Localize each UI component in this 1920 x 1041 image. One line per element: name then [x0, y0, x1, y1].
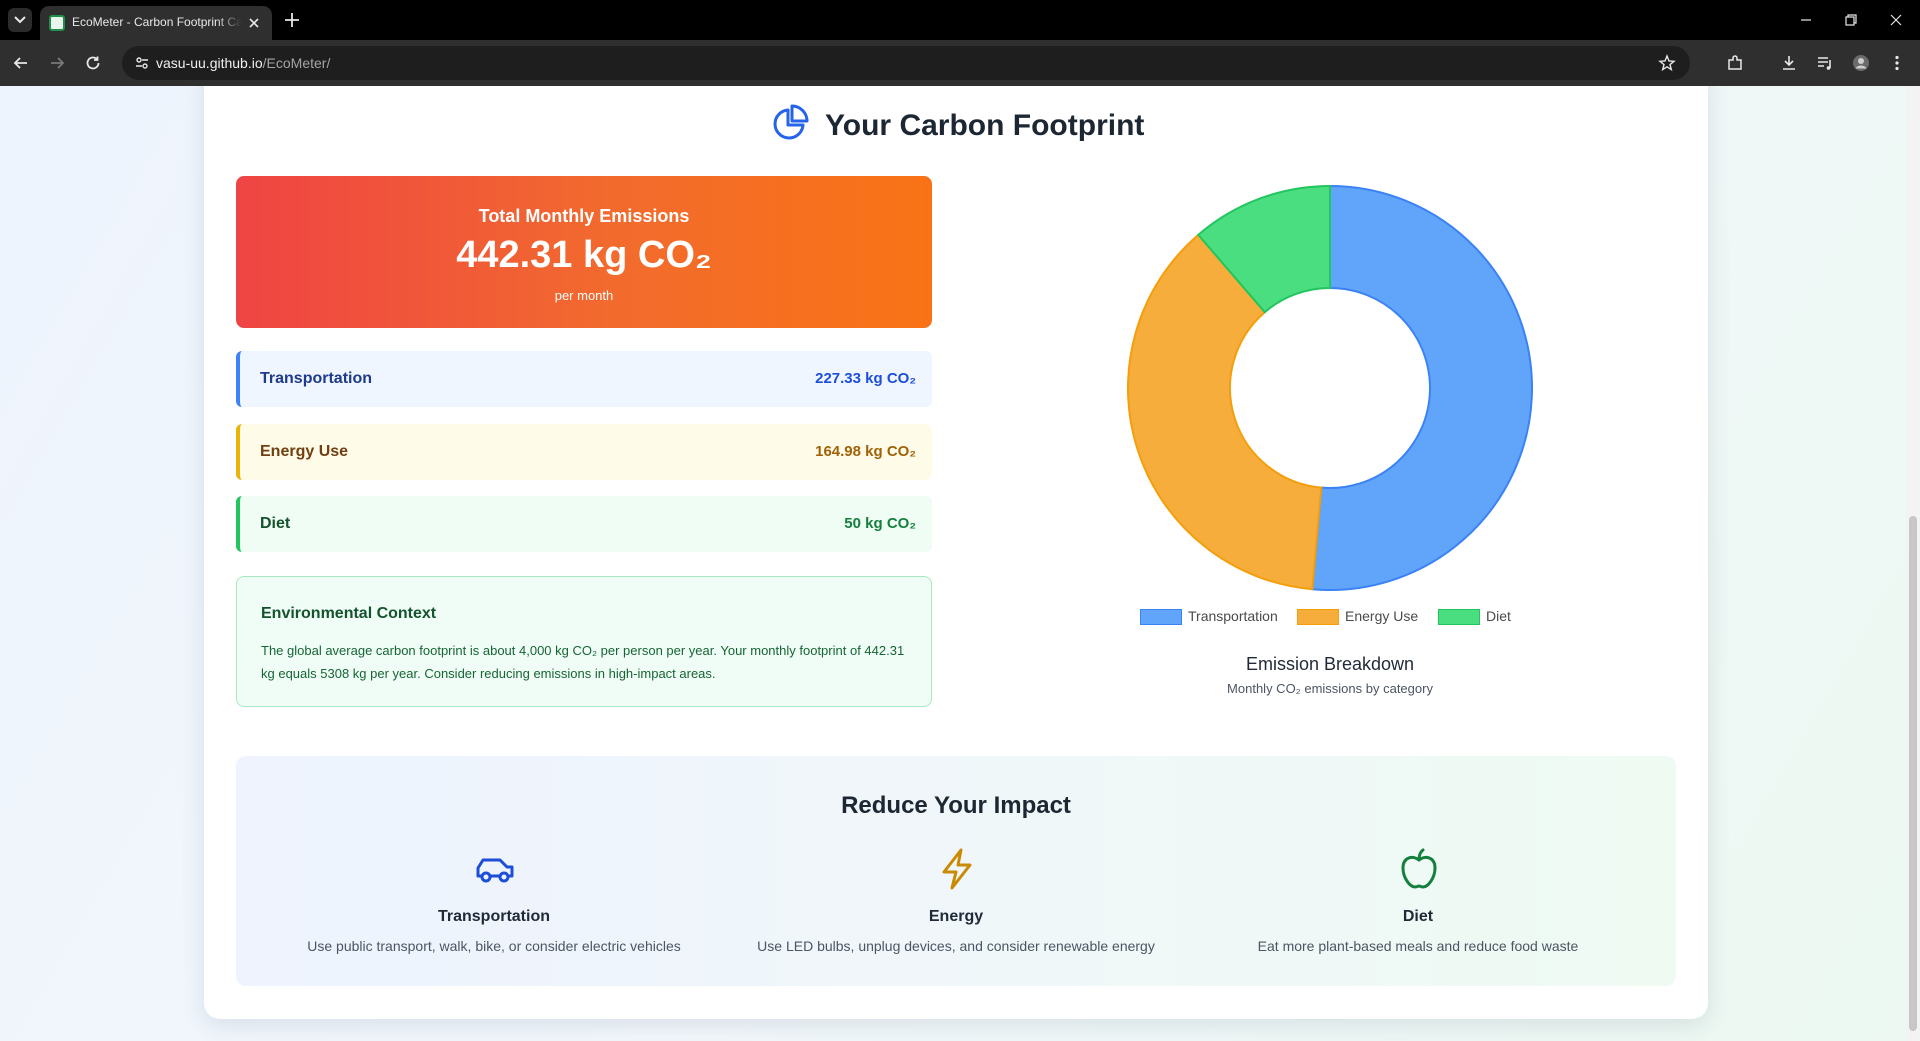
legend-swatch: [1140, 609, 1182, 625]
category-row-diet: Diet 50 kg CO₂: [236, 496, 932, 552]
doughnut-slice-transportation[interactable]: [1311, 184, 1533, 591]
legend-label: Transportation: [1188, 608, 1278, 624]
tip-text: Eat more plant-based meals and reduce fo…: [1257, 938, 1579, 954]
reduce-impact-section: Reduce Your Impact Transportation Use pu…: [236, 756, 1676, 986]
reload-icon[interactable]: [84, 54, 102, 72]
category-value: 164.98 kg CO₂: [815, 443, 916, 460]
url-path: /EcoMeter/: [262, 55, 331, 71]
page-title: Your Carbon Footprint: [825, 109, 1145, 142]
car-icon: [476, 858, 514, 883]
browser-toolbar: vasu-uu.github.io/EcoMeter/: [0, 40, 1920, 86]
total-emissions-card: Total Monthly Emissions 442.31 kg CO₂ pe…: [236, 176, 932, 328]
category-name: Diet: [260, 515, 291, 532]
tab-search-button[interactable]: [8, 8, 32, 32]
tab-title: EcoMeter - Carbon Footprint Calculator: [72, 15, 242, 29]
minimize-icon[interactable]: [1798, 12, 1814, 28]
context-title: Environmental Context: [261, 605, 437, 622]
back-arrow-icon[interactable]: [12, 54, 30, 72]
chart-title: Emission Breakdown: [1245, 654, 1415, 674]
category-name: Transportation: [260, 370, 373, 387]
favicon-icon: [49, 15, 65, 31]
chart-subtitle: Monthly CO₂ emissions by category: [1227, 681, 1433, 696]
total-value: 442.31 kg CO₂: [456, 234, 712, 276]
environmental-context-box: Environmental Context The global average…: [236, 576, 932, 707]
category-row-energy: Energy Use 164.98 kg CO₂: [236, 424, 932, 480]
window-close-icon[interactable]: [1888, 12, 1904, 28]
emission-doughnut-chart[interactable]: [1100, 176, 1560, 606]
chevron-down-icon: [14, 16, 26, 24]
browser-tab[interactable]: EcoMeter - Carbon Footprint Calculator: [40, 6, 272, 40]
scrollbar-thumb[interactable]: [1909, 516, 1917, 1031]
tip-title: Energy: [928, 908, 984, 925]
legend-label: Diet: [1486, 608, 1511, 624]
menu-kebab-icon[interactable]: [1888, 54, 1906, 72]
extensions-icon[interactable]: [1726, 54, 1744, 72]
tip-title: Transportation: [437, 908, 550, 925]
tip-text: Use LED bulbs, unplug devices, and consi…: [757, 938, 1155, 954]
tip-text: Use public transport, walk, bike, or con…: [307, 938, 681, 954]
tip-title: Diet: [1402, 908, 1434, 925]
url-host: vasu-uu.github.io: [156, 55, 263, 71]
category-row-transportation: Transportation 227.33 kg CO₂: [236, 351, 932, 407]
legend-swatch: [1297, 609, 1339, 625]
total-period: per month: [554, 288, 614, 303]
apple-icon: [1401, 848, 1437, 889]
reduce-title: Reduce Your Impact: [841, 792, 1071, 819]
profile-avatar-icon[interactable]: [1852, 54, 1870, 72]
restore-icon[interactable]: [1843, 12, 1859, 28]
bookmark-star-icon[interactable]: [1658, 54, 1676, 72]
lightning-icon: [942, 848, 972, 890]
category-name: Energy Use: [260, 443, 349, 460]
total-label: Total Monthly Emissions: [478, 206, 690, 226]
chart-legend: Transportation Energy Use Diet: [1140, 606, 1520, 626]
forward-arrow-icon[interactable]: [48, 54, 66, 72]
url-text: vasu-uu.github.io/EcoMeter/: [156, 55, 330, 71]
media-controls-icon[interactable]: [1816, 54, 1834, 72]
legend-label: Energy Use: [1345, 608, 1419, 624]
pie-chart-icon: [773, 104, 809, 140]
site-info-icon[interactable]: [134, 55, 150, 71]
page-scrollbar[interactable]: [1906, 86, 1920, 1041]
close-icon[interactable]: [246, 15, 262, 31]
context-text: The global average carbon footprint is a…: [261, 643, 905, 681]
download-icon[interactable]: [1780, 54, 1798, 72]
category-value: 227.33 kg CO₂: [815, 370, 916, 387]
category-value: 50 kg CO₂: [844, 515, 916, 532]
browser-tab-bar: EcoMeter - Carbon Footprint Calculator: [0, 0, 1920, 40]
new-tab-icon[interactable]: [282, 10, 302, 30]
address-bar[interactable]: vasu-uu.github.io/EcoMeter/: [122, 46, 1690, 80]
legend-swatch: [1438, 609, 1480, 625]
